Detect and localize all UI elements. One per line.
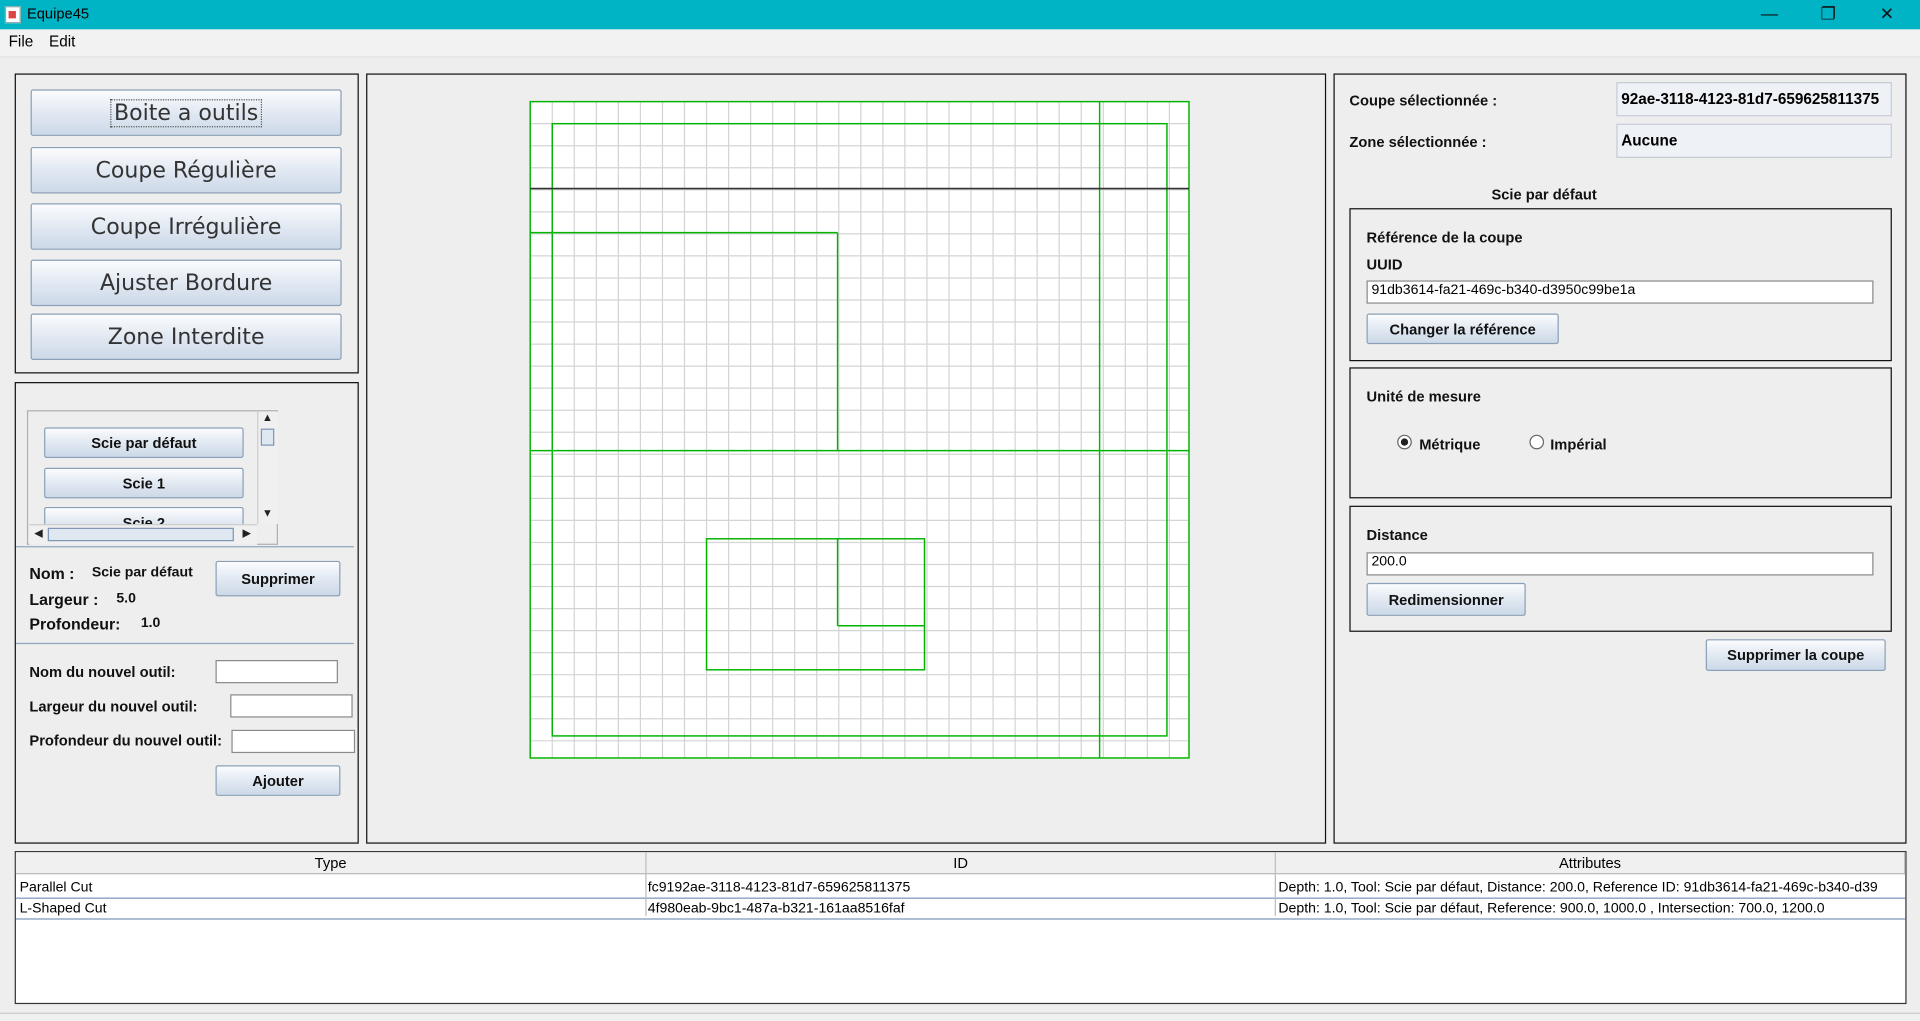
- scroll-left-arrow-icon[interactable]: ◀: [34, 527, 42, 540]
- saw-list-horizontal-scrollbar[interactable]: ◀ ▶: [29, 524, 258, 545]
- delete-cut-button[interactable]: Supprimer la coupe: [1705, 639, 1886, 672]
- horizontal-scroll-thumb[interactable]: [47, 527, 234, 542]
- new-tool-depth-input[interactable]: [231, 729, 356, 754]
- panel-background: [530, 101, 1189, 758]
- distance-title: Distance: [1366, 526, 1428, 544]
- toolbox-button-label: Boite a outils: [110, 98, 262, 127]
- distance-input[interactable]: 200.0: [1366, 552, 1874, 576]
- reference-group: Référence de la coupe UUID 91db3614-fa21…: [1349, 208, 1892, 362]
- new-tool-name-input[interactable]: [215, 660, 338, 684]
- table-cell-type[interactable]: Parallel Cut: [16, 878, 645, 898]
- metric-label[interactable]: Métrique: [1419, 436, 1480, 453]
- uuid-label: UUID: [1366, 255, 1403, 274]
- toolbox-button[interactable]: Boite a outils: [30, 89, 342, 136]
- saw-width-value: 5.0: [116, 591, 136, 607]
- reference-title: Référence de la coupe: [1366, 228, 1523, 247]
- delete-saw-button[interactable]: Supprimer: [215, 560, 341, 597]
- cuts-table: Type ID Attributes Parallel Cut fc9192ae…: [14, 851, 1907, 1005]
- title-bar: Equipe45 — ❐ ✕: [0, 0, 1920, 30]
- new-tool-width-label: Largeur du nouvel outil:: [29, 697, 198, 716]
- new-tool-depth-label: Profondeur du nouvel outil:: [29, 732, 223, 750]
- table-cell-id[interactable]: fc9192ae-3118-4123-81d7-659625811375: [644, 878, 1273, 898]
- maximize-button[interactable]: ❐: [1800, 0, 1856, 29]
- adjust-border-button[interactable]: Ajuster Bordure: [30, 259, 342, 307]
- menu-bar: File Edit: [0, 29, 1920, 58]
- units-title: Unité de mesure: [1366, 388, 1481, 406]
- distance-group: Distance 200.0 Redimensionner: [1349, 505, 1892, 632]
- table-cell-id[interactable]: 4f980eab-9bc1-487a-b321-161aa8516faf: [644, 899, 1273, 919]
- tools-panel: Boite a outils Coupe Régulière Coupe Irr…: [14, 73, 359, 374]
- regular-cut-button[interactable]: Coupe Régulière: [30, 146, 342, 194]
- vertical-scroll-thumb[interactable]: [260, 428, 275, 446]
- selected-cut-label: Coupe sélectionnée :: [1349, 91, 1498, 109]
- irregular-cut-button[interactable]: Coupe Irrégulière: [30, 203, 342, 250]
- table-cell-attributes[interactable]: Depth: 1.0, Tool: Scie par défaut, Refer…: [1275, 899, 1904, 919]
- column-divider: [1274, 874, 1276, 916]
- minimize-button[interactable]: —: [1741, 0, 1797, 29]
- saw-item-default[interactable]: Scie par défaut: [44, 427, 244, 458]
- panel-canvas[interactable]: [367, 73, 1326, 842]
- saw-name-label: Nom :: [29, 564, 75, 583]
- close-button[interactable]: ✕: [1859, 0, 1915, 29]
- column-header-type[interactable]: Type: [15, 852, 647, 875]
- window-title: Equipe45: [26, 4, 90, 23]
- saw-depth-value: 1.0: [140, 615, 161, 631]
- units-group: Unité de mesure Métrique Impérial: [1349, 367, 1892, 499]
- forbidden-zone-button[interactable]: Zone Interdite: [30, 313, 342, 361]
- scroll-up-arrow-icon[interactable]: ▲: [262, 411, 273, 423]
- menu-edit[interactable]: Edit: [49, 33, 75, 50]
- table-cell-type[interactable]: L-Shaped Cut: [16, 899, 645, 919]
- add-tool-button[interactable]: Ajouter: [215, 765, 341, 796]
- new-tool-width-input[interactable]: [230, 694, 353, 718]
- selected-tool-name: Scie par défaut: [1491, 186, 1597, 204]
- change-reference-button[interactable]: Changer la référence: [1366, 313, 1559, 345]
- menu-file[interactable]: File: [9, 33, 34, 50]
- table-cell-attributes[interactable]: Depth: 1.0, Tool: Scie par défaut, Dista…: [1275, 878, 1904, 898]
- column-header-attributes[interactable]: Attributes: [1275, 852, 1906, 875]
- scroll-right-arrow-icon[interactable]: ▶: [242, 527, 250, 540]
- column-header-id[interactable]: ID: [646, 852, 1276, 875]
- imperial-label[interactable]: Impérial: [1550, 436, 1606, 453]
- saw-list-vertical-scrollbar[interactable]: ▲ ▼: [257, 411, 278, 525]
- selected-cut-field[interactable]: 92ae-3118-4123-81d7-659625811375: [1616, 82, 1892, 117]
- saw-depth-label: Profondeur:: [29, 614, 121, 634]
- separator: [15, 642, 354, 645]
- selected-zone-label: Zone sélectionnée :: [1349, 133, 1487, 151]
- scroll-down-arrow-icon[interactable]: ▼: [262, 507, 273, 519]
- resize-button[interactable]: Redimensionner: [1366, 582, 1526, 616]
- saw-width-label: Largeur :: [29, 590, 99, 609]
- saw-name-value: Scie par défaut: [91, 565, 193, 581]
- column-divider: [645, 874, 647, 916]
- metric-radio[interactable]: [1397, 434, 1412, 450]
- imperial-radio[interactable]: [1529, 434, 1545, 450]
- row-divider: [15, 918, 1906, 920]
- saw-item-1[interactable]: Scie 1: [44, 467, 244, 499]
- selected-zone-field[interactable]: Aucune: [1616, 123, 1892, 158]
- new-tool-name-label: Nom du nouvel outil:: [29, 663, 176, 681]
- separator: [15, 546, 354, 548]
- uuid-input[interactable]: 91db3614-fa21-469c-b340-d3950c99be1a: [1366, 280, 1874, 304]
- java-app-icon: [4, 6, 21, 24]
